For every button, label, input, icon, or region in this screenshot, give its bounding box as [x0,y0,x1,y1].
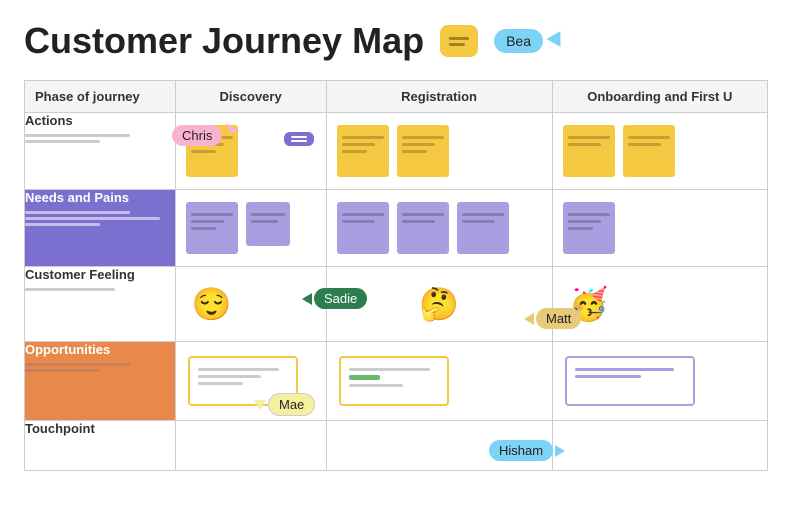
matt-label: Matt [536,308,581,329]
journey-table: Phase of journey Discovery Registration … [24,80,768,471]
row-label-needs: Needs and Pains [25,190,176,267]
cell-actions-registration [326,113,552,190]
row-label-opportunities: Opportunities [25,342,176,421]
table-wrapper: Phase of journey Discovery Registration … [24,80,768,471]
cell-opp-onboarding [552,342,767,421]
page-container: Customer Journey Map Bea Phase of journe… [0,0,792,528]
row-label-actions: Actions [25,113,176,190]
sticky-note[interactable] [337,202,389,254]
table-row-touchpoint: Touchpoint [25,421,768,471]
table-row-opportunities: Opportunities [25,342,768,421]
bea-cursor: Bea [494,29,565,53]
emoji-feeling-registration: 🤔 [409,275,469,333]
chat-icon-bubble[interactable] [440,25,478,57]
col-header-discovery: Discovery [175,81,326,113]
col-header-onboarding: Onboarding and First U [552,81,767,113]
table-row-actions: Actions [25,113,768,190]
row-label-touchpoint: Touchpoint [25,421,176,471]
hisham-cursor-arrow [555,445,565,457]
hisham-annotation: Hisham [489,440,565,461]
chris-chat-bubble [284,132,314,146]
mae-annotation: Mae [254,393,315,416]
emoji-feeling-discovery: 😌 [182,275,242,333]
hisham-label: Hisham [489,440,553,461]
page-title: Customer Journey Map [24,20,424,62]
cell-needs-registration [326,190,552,267]
cell-needs-onboarding [552,190,767,267]
sticky-note[interactable] [397,202,449,254]
table-row-feeling: Customer Feeling 😌 🤔 [25,267,768,342]
opportunity-box[interactable] [565,356,695,406]
matt-cursor-arrow [524,313,534,325]
sticky-note[interactable] [397,125,449,177]
header: Customer Journey Map Bea [24,20,768,62]
col-header-phase: Phase of journey [25,81,176,113]
cell-touchpoint-onboarding [552,421,767,471]
sticky-note[interactable] [246,202,290,246]
sticky-note[interactable] [623,125,675,177]
chat-icon [449,37,469,46]
bea-label: Bea [494,29,543,53]
mae-cursor-arrow [254,400,266,410]
sticky-note[interactable] [563,202,615,254]
matt-annotation: Matt [524,308,581,329]
cell-actions-onboarding [552,113,767,190]
chris-annotation: Chris [172,123,250,148]
cell-feeling-onboarding: 🥳 [552,267,767,342]
sadie-cursor-arrow [302,293,312,305]
row-label-feeling: Customer Feeling [25,267,176,342]
sticky-note[interactable] [337,125,389,177]
opportunity-box[interactable] [339,356,449,406]
bea-cursor-arrow [547,31,568,51]
cell-opp-registration [326,342,552,421]
sticky-note[interactable] [563,125,615,177]
sticky-note[interactable] [186,202,238,254]
cell-touchpoint-discovery [175,421,326,471]
table-row-needs: Needs and Pains [25,190,768,267]
chris-cursor-arrow [226,123,250,143]
mae-label: Mae [268,393,315,416]
chris-label: Chris [172,125,222,146]
cell-needs-discovery [175,190,326,267]
sadie-annotation: Sadie [302,288,367,309]
sadie-label: Sadie [314,288,367,309]
sticky-note[interactable] [457,202,509,254]
col-header-registration: Registration [326,81,552,113]
